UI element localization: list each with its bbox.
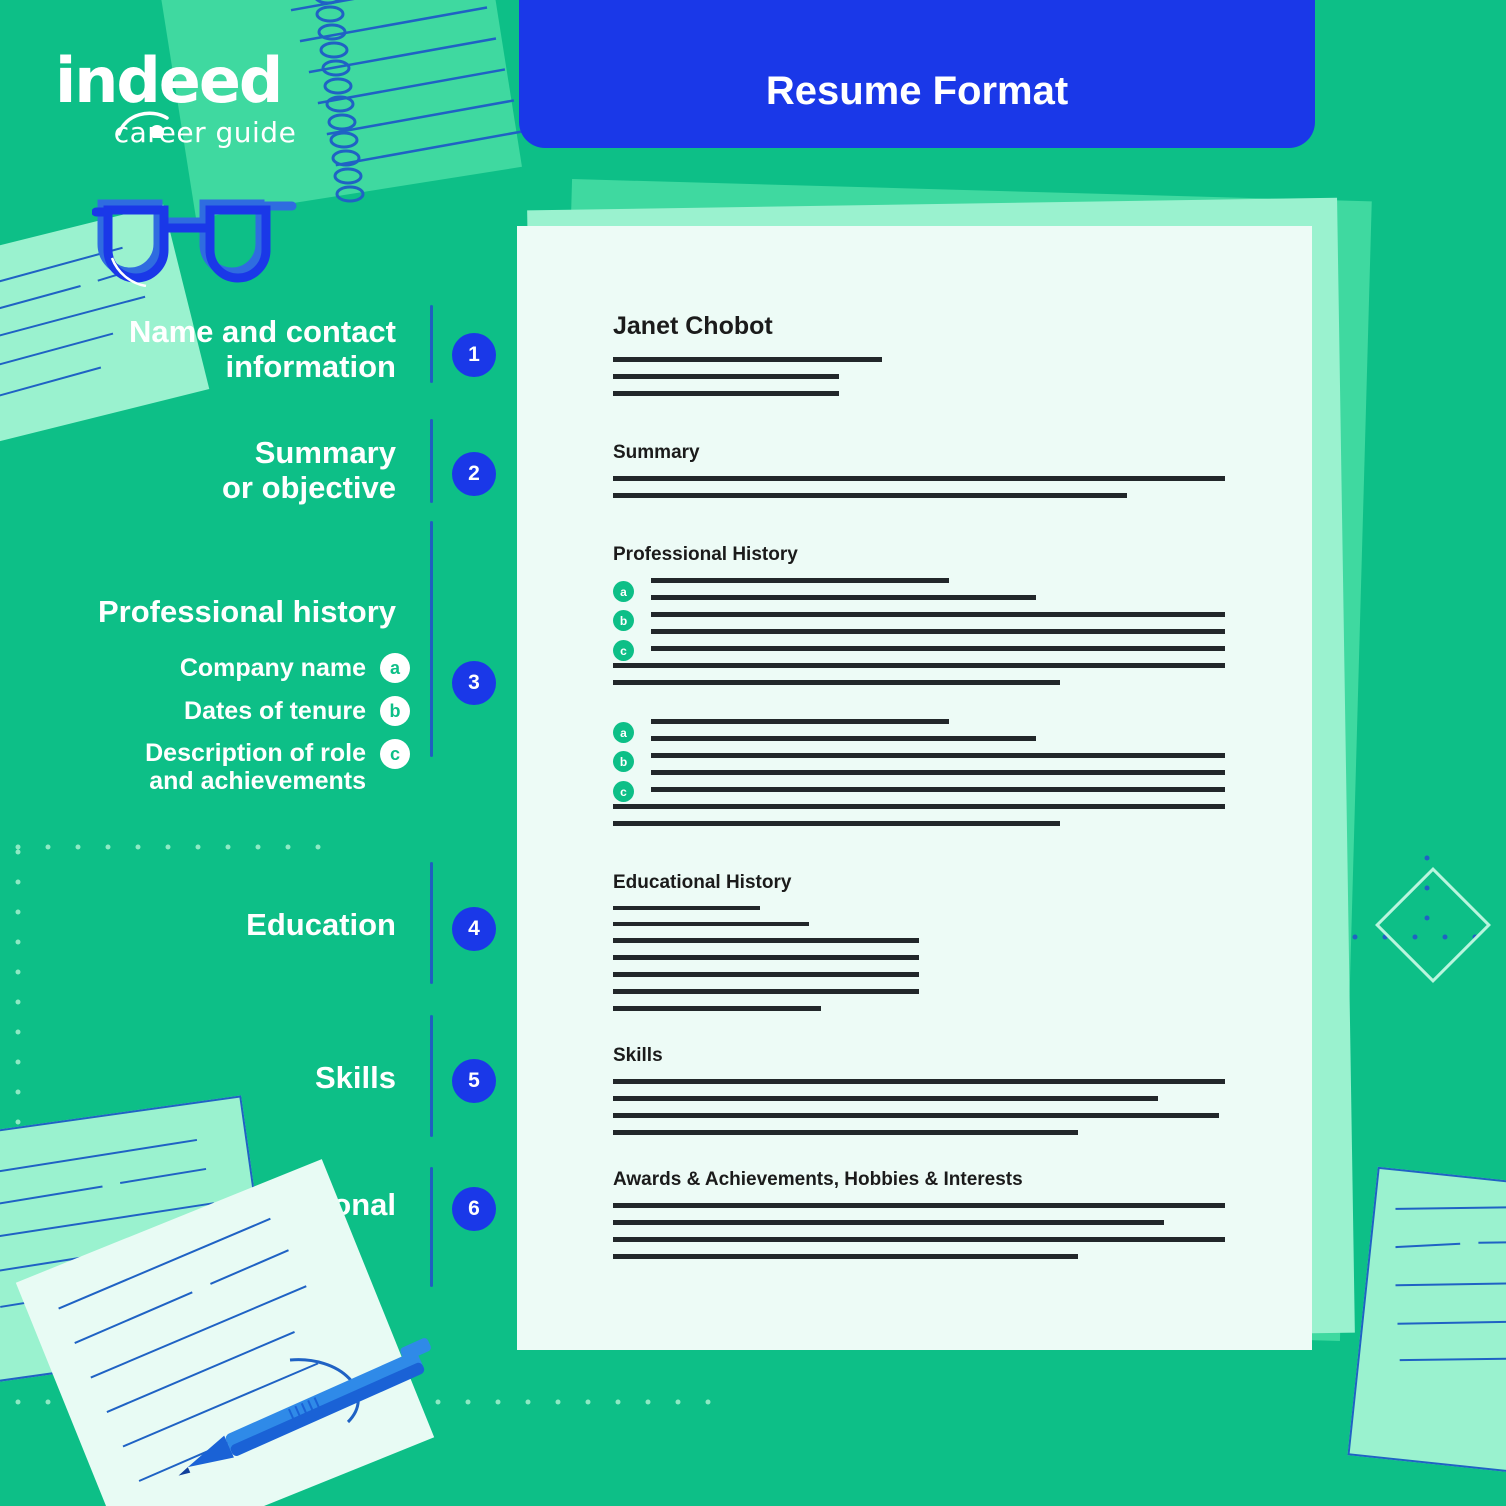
paper-bottom-right-lines-icon [1395,1205,1506,1362]
section-heading-skills: Skills [613,1045,663,1066]
rail-subitem-dates-of-tenure[interactable]: Dates of tenure b [0,696,512,726]
experience-bullet: a [613,719,1225,743]
indeed-swoosh-icon [117,111,169,138]
rail-sublabel: Company name [179,654,366,682]
rail-divider [430,1167,433,1287]
infographic-canvas: indeed career guide Resume Format Janet … [0,0,1506,1506]
eyeglasses-icon [92,199,297,287]
dot-grid-vertical-right-icon [1424,855,1430,921]
sub-badge-a: a [380,653,410,683]
experience-bullet: c [613,629,1225,661]
bullet-badge-c: c [613,781,634,802]
step-number-badge-5[interactable]: 5 [452,1059,496,1103]
optional-lines [613,1203,1225,1259]
rail-item-education[interactable]: Education [0,907,512,943]
experience-bullet: a [613,578,1225,602]
step-number-badge-2[interactable]: 2 [452,452,496,496]
paper-bottom-left-back-lines-icon [0,1138,215,1308]
rail-label: Optional [270,1187,396,1222]
rail-label: Skills [315,1060,396,1095]
rail-label: Professional history [97,594,396,629]
step-number-badge-6[interactable]: 6 [452,1187,496,1231]
bullet-badge-c: c [613,640,634,661]
skills-lines [613,1079,1225,1135]
rail-subitem-company-name[interactable]: Company name a [0,653,512,683]
paper-bottom-left-back [0,1095,276,1385]
experience-entry: a b c [613,719,1225,826]
section-heading-optional: Awards & Achievements, Hobbies & Interes… [613,1169,1023,1190]
resume-document: Janet Chobot Summary Professional Histor… [613,312,1225,1271]
summary-lines [613,476,1225,498]
section-heading-summary: Summary [613,442,700,463]
rail-item-summary[interactable]: Summary or objective [0,435,512,505]
header-banner: Resume Format [519,0,1315,148]
paper-bottom-right [1347,1166,1506,1480]
rail-label: Summary or objective [222,435,396,505]
bullet-badge-b: b [613,610,634,631]
rail-label: Name and contact information [128,314,396,384]
rail-sublabel: Description of role and achievements [145,739,366,795]
education-lines [613,906,1225,1011]
brand-tagline: career guide [113,116,297,149]
experience-bullet: c [613,770,1225,802]
bullet-badge-b: b [613,751,634,772]
experience-bullet: b [613,610,1225,631]
section-heading-professional-history: Professional History [613,544,798,565]
sub-badge-b: b [380,696,410,726]
experience-tail-lines [613,804,1225,826]
step-number-badge-1[interactable]: 1 [452,333,496,377]
experience-tail-lines [613,663,1225,685]
section-heading-education: Educational History [613,872,792,893]
experience-entry: a b c [613,578,1225,685]
contact-lines [613,357,1225,396]
dot-grid-bottom-icon [15,1399,711,1405]
bullet-badge-a: a [613,581,634,602]
rail-item-optional[interactable]: Optional [0,1187,512,1223]
indeed-logo: indeed career guide [55,50,355,150]
rail-item-professional-history[interactable]: Professional history [0,594,512,630]
experience-bullet: b [613,751,1225,772]
bullet-badge-a: a [613,722,634,743]
rail-sublabel: Dates of tenure [184,697,366,725]
sub-badge-c: c [380,739,410,769]
page-title: Resume Format [765,69,1069,113]
rail-item-name-contact[interactable]: Name and contact information [0,314,512,384]
brand-name: indeed [55,44,283,117]
rail-subitem-description-of-role[interactable]: Description of role and achievements c [0,739,512,795]
resume-name: Janet Chobot [613,312,773,340]
rail-item-skills[interactable]: Skills [0,1060,512,1096]
step-number-badge-4[interactable]: 4 [452,907,496,951]
rail-label: Education [246,907,396,942]
